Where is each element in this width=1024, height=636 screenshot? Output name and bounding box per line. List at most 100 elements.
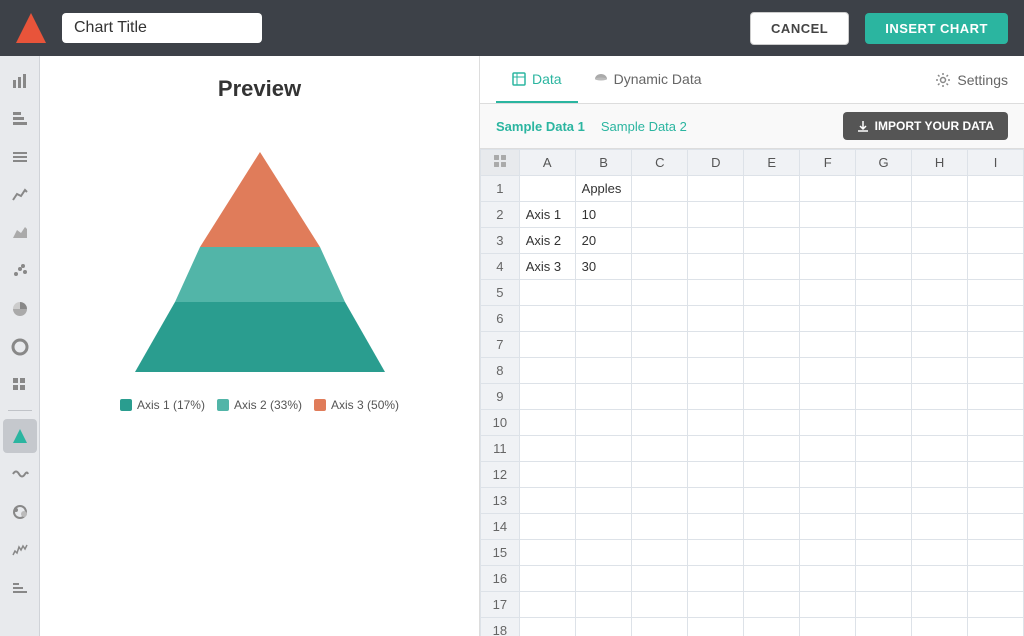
table-cell[interactable] bbox=[575, 566, 632, 592]
table-cell[interactable] bbox=[688, 332, 744, 358]
table-cell[interactable] bbox=[800, 202, 856, 228]
table-cell[interactable] bbox=[519, 566, 575, 592]
cancel-button[interactable]: CANCEL bbox=[750, 12, 849, 45]
table-cell[interactable] bbox=[968, 618, 1024, 636]
table-cell[interactable] bbox=[800, 436, 856, 462]
table-cell[interactable] bbox=[632, 176, 688, 202]
table-cell[interactable] bbox=[688, 410, 744, 436]
table-cell[interactable] bbox=[688, 254, 744, 280]
table-cell[interactable] bbox=[856, 566, 912, 592]
sidebar-icon-area[interactable] bbox=[3, 216, 37, 250]
sidebar-icon-wave[interactable] bbox=[3, 457, 37, 491]
table-cell[interactable] bbox=[744, 254, 800, 280]
table-cell[interactable] bbox=[575, 384, 632, 410]
table-cell[interactable] bbox=[575, 332, 632, 358]
table-cell[interactable] bbox=[968, 228, 1024, 254]
table-cell[interactable] bbox=[519, 358, 575, 384]
table-cell[interactable]: Apples bbox=[575, 176, 632, 202]
table-cell[interactable] bbox=[744, 358, 800, 384]
table-cell[interactable] bbox=[856, 176, 912, 202]
sidebar-icon-list[interactable] bbox=[3, 140, 37, 174]
table-cell[interactable] bbox=[912, 332, 968, 358]
table-cell[interactable] bbox=[744, 488, 800, 514]
table-cell[interactable] bbox=[968, 436, 1024, 462]
sidebar-icon-scatter[interactable] bbox=[3, 254, 37, 288]
table-cell[interactable] bbox=[688, 228, 744, 254]
table-cell[interactable] bbox=[800, 410, 856, 436]
sidebar-icon-spark[interactable] bbox=[3, 533, 37, 567]
table-cell[interactable] bbox=[912, 176, 968, 202]
table-cell[interactable] bbox=[968, 254, 1024, 280]
table-cell[interactable] bbox=[632, 228, 688, 254]
table-cell[interactable] bbox=[688, 384, 744, 410]
table-cell[interactable] bbox=[744, 228, 800, 254]
table-cell[interactable]: 30 bbox=[575, 254, 632, 280]
table-cell[interactable] bbox=[912, 436, 968, 462]
table-cell[interactable] bbox=[688, 280, 744, 306]
table-cell[interactable] bbox=[632, 514, 688, 540]
table-cell[interactable] bbox=[800, 592, 856, 618]
table-cell[interactable] bbox=[575, 436, 632, 462]
table-cell[interactable] bbox=[912, 514, 968, 540]
table-cell[interactable] bbox=[688, 202, 744, 228]
table-cell[interactable] bbox=[968, 202, 1024, 228]
import-data-button[interactable]: IMPORT YOUR DATA bbox=[843, 112, 1008, 140]
table-cell[interactable] bbox=[744, 592, 800, 618]
table-cell[interactable] bbox=[968, 358, 1024, 384]
table-cell[interactable]: 10 bbox=[575, 202, 632, 228]
table-cell[interactable]: 20 bbox=[575, 228, 632, 254]
sidebar-icon-ring[interactable] bbox=[3, 330, 37, 364]
table-cell[interactable] bbox=[856, 332, 912, 358]
table-cell[interactable] bbox=[800, 514, 856, 540]
table-cell[interactable] bbox=[968, 566, 1024, 592]
table-cell[interactable] bbox=[519, 488, 575, 514]
sidebar-icon-line[interactable] bbox=[3, 178, 37, 212]
table-cell[interactable] bbox=[800, 306, 856, 332]
table-cell[interactable] bbox=[632, 592, 688, 618]
table-cell[interactable] bbox=[688, 176, 744, 202]
table-cell[interactable] bbox=[912, 280, 968, 306]
table-cell[interactable] bbox=[688, 514, 744, 540]
sample-data-1-link[interactable]: Sample Data 1 bbox=[496, 119, 585, 134]
sample-data-2-link[interactable]: Sample Data 2 bbox=[601, 119, 687, 134]
table-cell[interactable] bbox=[968, 540, 1024, 566]
table-cell[interactable] bbox=[688, 540, 744, 566]
table-cell[interactable]: Axis 1 bbox=[519, 202, 575, 228]
table-cell[interactable] bbox=[519, 410, 575, 436]
table-cell[interactable] bbox=[744, 514, 800, 540]
table-cell[interactable] bbox=[912, 384, 968, 410]
table-cell[interactable] bbox=[968, 306, 1024, 332]
table-cell[interactable] bbox=[912, 566, 968, 592]
table-cell[interactable] bbox=[856, 488, 912, 514]
table-cell[interactable] bbox=[632, 566, 688, 592]
table-cell[interactable] bbox=[519, 176, 575, 202]
table-cell[interactable] bbox=[744, 332, 800, 358]
table-cell[interactable] bbox=[632, 462, 688, 488]
table-cell[interactable] bbox=[744, 280, 800, 306]
table-cell[interactable] bbox=[519, 462, 575, 488]
table-cell[interactable] bbox=[632, 540, 688, 566]
table-cell[interactable] bbox=[632, 280, 688, 306]
table-cell[interactable] bbox=[744, 202, 800, 228]
table-cell[interactable] bbox=[856, 228, 912, 254]
table-cell[interactable] bbox=[800, 462, 856, 488]
table-cell[interactable] bbox=[744, 540, 800, 566]
table-cell[interactable] bbox=[575, 306, 632, 332]
table-cell[interactable] bbox=[632, 618, 688, 636]
table-cell[interactable] bbox=[632, 358, 688, 384]
table-cell[interactable] bbox=[632, 306, 688, 332]
table-cell[interactable] bbox=[856, 410, 912, 436]
table-cell[interactable] bbox=[856, 358, 912, 384]
table-cell[interactable] bbox=[856, 540, 912, 566]
table-cell[interactable] bbox=[519, 618, 575, 636]
table-cell[interactable] bbox=[575, 592, 632, 618]
table-cell[interactable] bbox=[519, 384, 575, 410]
table-cell[interactable] bbox=[688, 306, 744, 332]
table-cell[interactable] bbox=[519, 280, 575, 306]
table-cell[interactable] bbox=[575, 462, 632, 488]
table-cell[interactable] bbox=[856, 462, 912, 488]
table-cell[interactable] bbox=[688, 358, 744, 384]
table-cell[interactable] bbox=[688, 592, 744, 618]
table-cell[interactable] bbox=[856, 306, 912, 332]
table-cell[interactable] bbox=[912, 358, 968, 384]
